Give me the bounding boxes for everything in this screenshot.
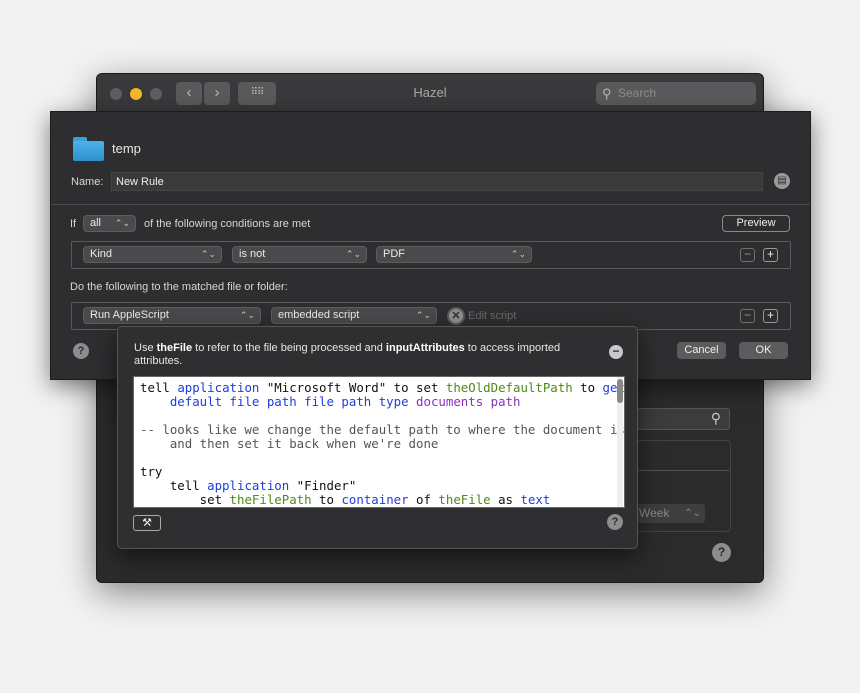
ok-button[interactable]: OK	[739, 342, 788, 359]
script-source-popup[interactable]: embedded script ⌃⌄	[271, 307, 437, 324]
sheet-help-button[interactable]: ?	[73, 343, 89, 359]
action-type-value: Run AppleScript	[90, 309, 169, 321]
match-mode-popup[interactable]: all ⌃⌄	[83, 215, 136, 232]
actions-heading: Do the following to the matched file or …	[70, 281, 288, 293]
search-input[interactable]: ⚲ Search	[596, 82, 756, 105]
condition-operator-value: is not	[239, 248, 266, 260]
script-code-editor[interactable]: tell application "Microsoft Word" to set…	[133, 376, 625, 508]
week-popup[interactable]: Week ⌃⌄	[635, 504, 705, 523]
chevron-updown-icon: ⌃⌄	[114, 218, 130, 228]
script-source-value: embedded script	[278, 309, 360, 321]
chevron-updown-icon: ⌃⌄	[239, 310, 255, 320]
condition-attribute-value: Kind	[90, 248, 113, 260]
condition-attribute-popup[interactable]: Kind ⌃⌄	[83, 246, 222, 263]
chevron-updown-icon: ⌃⌄	[345, 249, 361, 259]
match-mode-value: all	[90, 217, 102, 229]
action-type-popup[interactable]: Run AppleScript ⌃⌄	[83, 307, 261, 324]
background-divider	[637, 470, 729, 471]
chevron-updown-icon: ⌃⌄	[415, 310, 431, 320]
folder-name: temp	[112, 141, 141, 156]
window-help-button[interactable]: ?	[712, 543, 731, 562]
compile-hammer-icon[interactable]: ⚒	[133, 515, 161, 531]
chevron-updown-icon: ⌃⌄	[684, 508, 701, 519]
code-scrollbar[interactable]	[617, 377, 623, 507]
edit-script-button[interactable]: Edit script	[468, 310, 516, 322]
document-icon[interactable]: ▤	[774, 173, 790, 189]
condition-value-value: PDF	[383, 248, 405, 260]
if-label: If	[70, 218, 77, 230]
folder-icon	[73, 137, 104, 161]
chevron-updown-icon: ⌃⌄	[200, 249, 216, 259]
search-icon: ⚲	[710, 410, 721, 426]
popover-instructions: Use theFile to refer to the file being p…	[134, 342, 561, 367]
divider	[51, 204, 810, 205]
var-inputattributes: inputAttributes	[385, 342, 465, 354]
minus-circle-icon[interactable]: −	[609, 345, 623, 359]
search-placeholder: Search	[618, 86, 657, 100]
chevron-updown-icon: ⌃⌄	[510, 249, 526, 259]
var-thefile: theFile	[156, 342, 193, 354]
remove-action-button[interactable]: −	[740, 309, 755, 323]
week-label: Week	[639, 506, 670, 520]
name-label: Name:	[71, 176, 104, 188]
condition-row: Kind ⌃⌄ is not ⌃⌄ PDF ⌃⌄ − +	[71, 241, 791, 269]
condition-operator-popup[interactable]: is not ⌃⌄	[232, 246, 367, 263]
cancel-button[interactable]: Cancel	[677, 342, 726, 359]
clear-script-icon[interactable]: ✕	[447, 307, 465, 325]
popover-help-button[interactable]: ?	[607, 514, 623, 530]
background-search-field[interactable]: ⚲	[635, 408, 730, 430]
add-condition-button[interactable]: +	[763, 248, 778, 262]
preview-button[interactable]: Preview	[722, 215, 790, 232]
scrollbar-thumb[interactable]	[617, 379, 623, 403]
conditions-text: of the following conditions are met	[144, 218, 311, 230]
script-editor-popover: Use theFile to refer to the file being p…	[117, 326, 638, 549]
title-bar: ‹ › ⠿⠿ Hazel ⚲ Search	[97, 74, 763, 112]
remove-condition-button[interactable]: −	[740, 248, 755, 262]
condition-value-popup[interactable]: PDF ⌃⌄	[376, 246, 532, 263]
rule-name-field[interactable]: New Rule	[111, 172, 763, 191]
search-icon: ⚲	[602, 86, 612, 101]
add-action-button[interactable]: +	[763, 309, 778, 323]
